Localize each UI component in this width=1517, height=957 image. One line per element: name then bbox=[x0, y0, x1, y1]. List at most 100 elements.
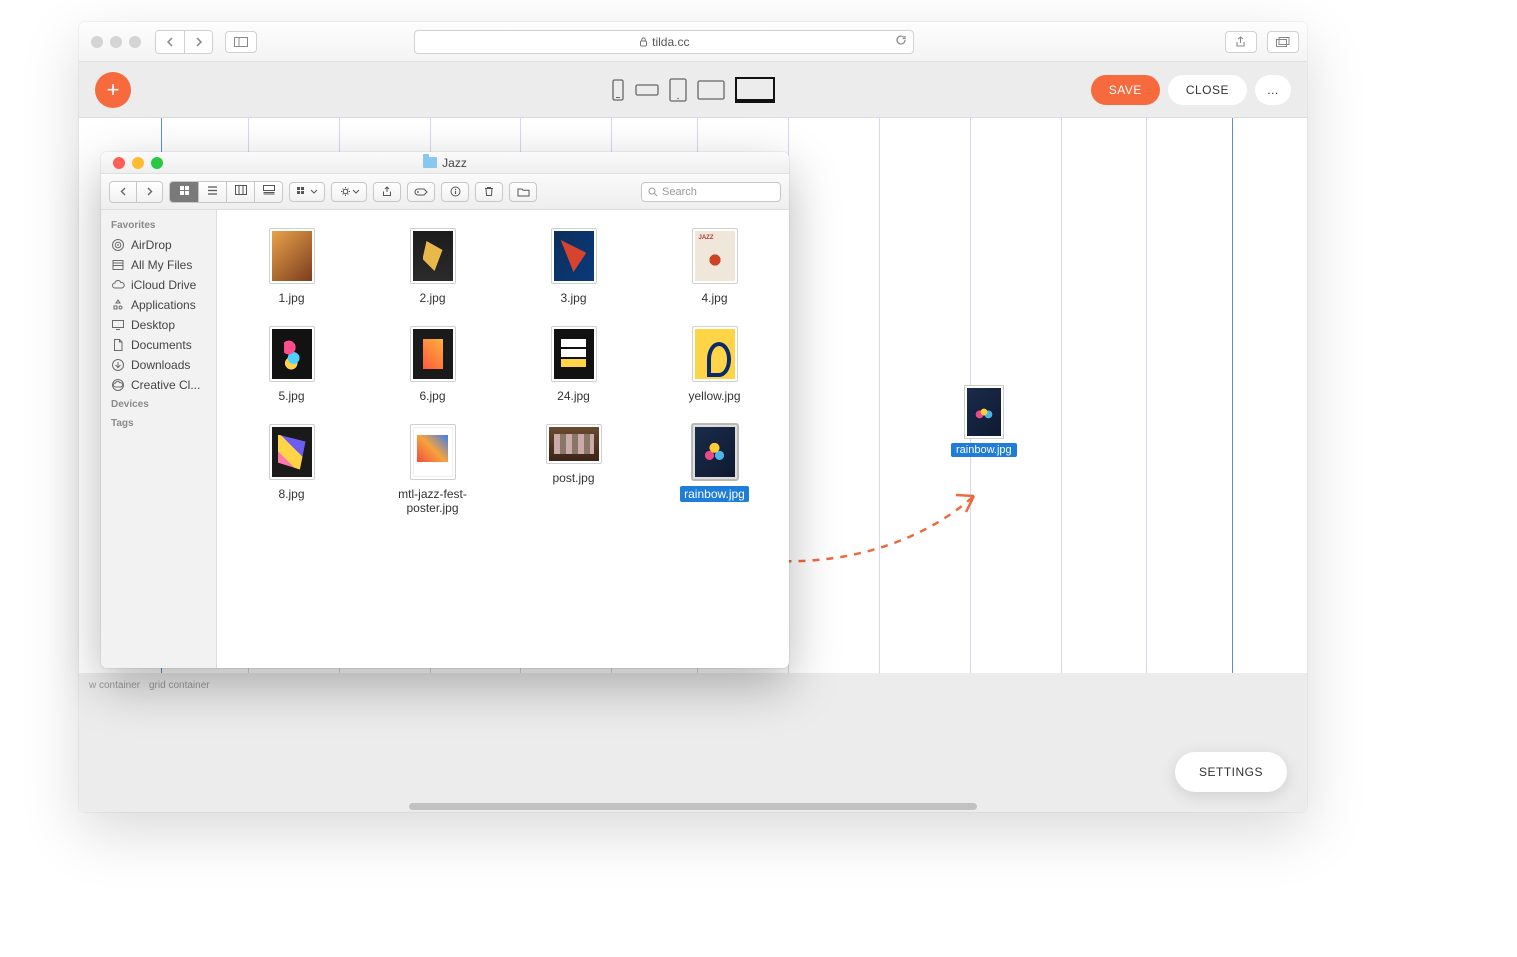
tags-button[interactable] bbox=[407, 182, 435, 202]
file-thumb bbox=[692, 228, 738, 284]
airdrop-icon bbox=[111, 238, 125, 252]
sidebar-item-airdrop[interactable]: AirDrop bbox=[101, 235, 216, 255]
sidebar-item-label: Creative Cl... bbox=[131, 378, 200, 392]
file-item[interactable]: 6.jpg bbox=[362, 322, 503, 408]
add-block-button[interactable]: + bbox=[95, 72, 131, 108]
share-button[interactable] bbox=[1225, 31, 1257, 53]
file-name: 3.jpg bbox=[556, 290, 590, 306]
file-thumb bbox=[410, 228, 456, 284]
finder-body: Favorites AirDropAll My FilesiCloud Driv… bbox=[101, 210, 789, 668]
device-phone-portrait[interactable] bbox=[611, 77, 625, 103]
finder-search[interactable]: Search bbox=[641, 182, 781, 202]
allfiles-icon bbox=[111, 258, 125, 272]
tilda-toolbar: + SAVE CLOSE ... bbox=[79, 62, 1307, 118]
newfolder-button[interactable] bbox=[509, 182, 537, 202]
finder-titlebar[interactable]: Jazz bbox=[101, 152, 789, 174]
finder-back-button[interactable] bbox=[110, 182, 136, 202]
desktop-icon bbox=[111, 318, 125, 332]
file-name: post.jpg bbox=[548, 470, 598, 486]
file-thumb bbox=[410, 424, 456, 480]
tilda-actions: SAVE CLOSE ... bbox=[1091, 75, 1291, 105]
finder-view-switcher bbox=[169, 181, 283, 203]
device-tablet-portrait[interactable] bbox=[669, 77, 687, 103]
file-item[interactable]: post.jpg bbox=[503, 420, 644, 520]
forward-button[interactable] bbox=[184, 31, 212, 53]
url-text: tilda.cc bbox=[652, 35, 689, 49]
url-bar[interactable]: tilda.cc bbox=[414, 30, 914, 54]
finder-forward-button[interactable] bbox=[136, 182, 162, 202]
file-item[interactable]: yellow.jpg bbox=[644, 322, 785, 408]
file-name: 1.jpg bbox=[274, 290, 308, 306]
apps-icon bbox=[111, 298, 125, 312]
file-item[interactable]: rainbow.jpg bbox=[644, 420, 785, 520]
safari-toolbar-right bbox=[1221, 31, 1299, 53]
info-button[interactable] bbox=[441, 182, 469, 202]
horizontal-scrollbar[interactable] bbox=[409, 803, 977, 810]
finder-toolbar: Search bbox=[101, 174, 789, 210]
sidebar-item-applications[interactable]: Applications bbox=[101, 295, 216, 315]
sidebar-item-label: Applications bbox=[131, 298, 196, 312]
dragged-file[interactable]: rainbow.jpg bbox=[951, 385, 1017, 457]
file-name: 5.jpg bbox=[274, 388, 308, 404]
view-columns-button[interactable] bbox=[226, 182, 254, 202]
close-button[interactable]: CLOSE bbox=[1168, 75, 1247, 105]
finder-title-text: Jazz bbox=[442, 156, 467, 170]
sidebar-header-devices: Devices bbox=[101, 395, 216, 414]
file-item[interactable]: 24.jpg bbox=[503, 322, 644, 408]
file-name: 8.jpg bbox=[274, 486, 308, 502]
file-item[interactable]: mtl-jazz-fest-poster.jpg bbox=[362, 420, 503, 520]
documents-icon bbox=[111, 338, 125, 352]
zoom-dot[interactable] bbox=[151, 157, 163, 169]
stage: tilda.cc + + SAVE CLOSE ... bbox=[0, 0, 1517, 957]
sidebar-item-downloads[interactable]: Downloads bbox=[101, 355, 216, 375]
sidebar-item-creative-cl-[interactable]: Creative Cl... bbox=[101, 375, 216, 395]
file-item[interactable]: 8.jpg bbox=[221, 420, 362, 520]
file-item[interactable]: 1.jpg bbox=[221, 224, 362, 310]
file-name: yellow.jpg bbox=[684, 388, 744, 404]
sidebar-item-icloud-drive[interactable]: iCloud Drive bbox=[101, 275, 216, 295]
sidebar-item-desktop[interactable]: Desktop bbox=[101, 315, 216, 335]
view-coverflow-button[interactable] bbox=[254, 182, 282, 202]
minimize-dot[interactable] bbox=[132, 157, 144, 169]
sidebar-item-label: Downloads bbox=[131, 358, 190, 372]
reload-icon[interactable] bbox=[895, 34, 907, 49]
action-button[interactable] bbox=[331, 182, 367, 202]
file-item[interactable]: 5.jpg bbox=[221, 322, 362, 408]
minimize-dot[interactable] bbox=[110, 36, 122, 48]
arrange-button[interactable] bbox=[289, 182, 325, 202]
sidebar-item-all-my-files[interactable]: All My Files bbox=[101, 255, 216, 275]
sidebar-toggle-button[interactable] bbox=[225, 31, 257, 53]
close-dot[interactable] bbox=[113, 157, 125, 169]
sidebar-item-label: iCloud Drive bbox=[131, 278, 196, 292]
device-desktop[interactable] bbox=[735, 77, 775, 103]
file-name: 2.jpg bbox=[415, 290, 449, 306]
search-icon bbox=[648, 187, 658, 197]
finder-window: Jazz Search bbox=[101, 152, 789, 668]
more-button[interactable]: ... bbox=[1255, 75, 1291, 105]
device-phone-landscape[interactable] bbox=[635, 77, 659, 103]
device-tablet-landscape[interactable] bbox=[697, 77, 725, 103]
finder-content[interactable]: 1.jpg 2.jpg 3.jpg 4.jpg 5.jpg 6.jpg24.jpg yell… bbox=[217, 210, 789, 668]
file-item[interactable]: 3.jpg bbox=[503, 224, 644, 310]
close-dot[interactable] bbox=[91, 36, 103, 48]
tabs-button[interactable] bbox=[1267, 31, 1299, 53]
share-finder-button[interactable] bbox=[373, 182, 401, 202]
file-item[interactable]: 2.jpg bbox=[362, 224, 503, 310]
traffic-lights-safari[interactable] bbox=[91, 36, 141, 48]
file-item[interactable]: 4.jpg bbox=[644, 224, 785, 310]
traffic-lights-finder[interactable] bbox=[113, 157, 163, 169]
save-button[interactable]: SAVE bbox=[1091, 75, 1160, 105]
view-icon-button[interactable] bbox=[170, 182, 198, 202]
creativecloud-icon bbox=[111, 378, 125, 392]
file-name: rainbow.jpg bbox=[680, 486, 749, 502]
zoom-dot[interactable] bbox=[129, 36, 141, 48]
downloads-icon bbox=[111, 358, 125, 372]
trash-button[interactable] bbox=[475, 182, 503, 202]
settings-button[interactable]: SETTINGS bbox=[1175, 752, 1287, 792]
folder-icon bbox=[423, 157, 437, 168]
view-list-button[interactable] bbox=[198, 182, 226, 202]
file-thumb bbox=[269, 424, 315, 480]
search-placeholder: Search bbox=[662, 186, 697, 198]
back-button[interactable] bbox=[156, 31, 184, 53]
sidebar-item-documents[interactable]: Documents bbox=[101, 335, 216, 355]
